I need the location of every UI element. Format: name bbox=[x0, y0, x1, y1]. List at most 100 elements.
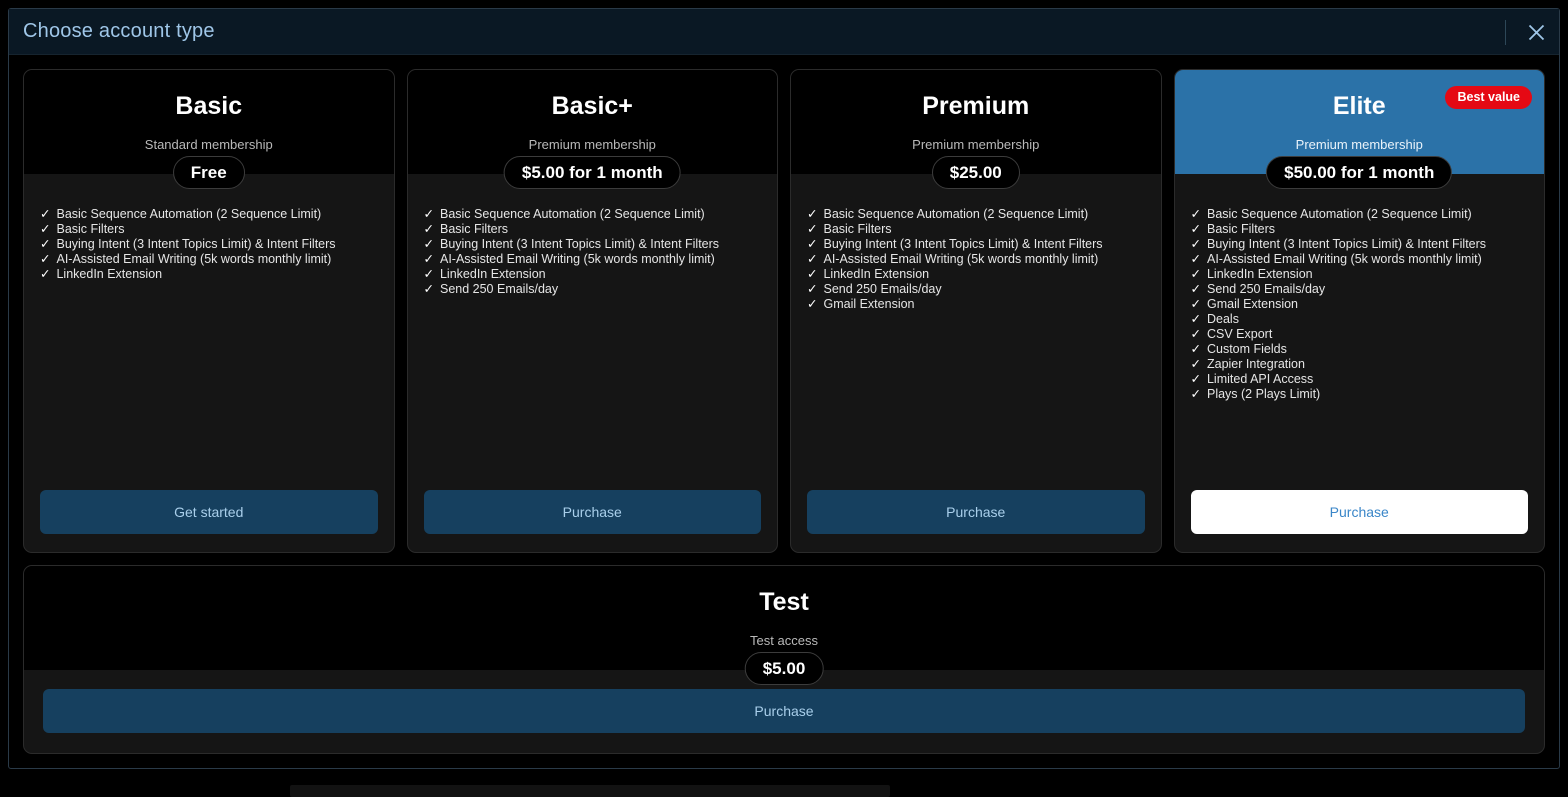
plan-card-premium: Premium Premium membership $25.00 ✓ Basic Se… bbox=[790, 69, 1162, 553]
plan-feature-item: ✓Basic Sequence Automation (2 Sequence L… bbox=[1191, 207, 1529, 222]
check-icon: ✓ bbox=[807, 222, 817, 237]
check-icon: ✓ bbox=[1191, 252, 1201, 267]
check-icon: ✓ bbox=[40, 237, 50, 252]
check-icon: ✓ bbox=[807, 207, 817, 222]
close-button[interactable] bbox=[1513, 9, 1559, 55]
plan-subtitle: Premium membership bbox=[408, 138, 778, 151]
plan-feature-label: Basic Filters bbox=[56, 222, 124, 237]
plan-feature-label: Buying Intent (3 Intent Topics Limit) & … bbox=[1207, 237, 1486, 252]
plan-feature-label: Gmail Extension bbox=[823, 297, 914, 312]
check-icon: ✓ bbox=[424, 222, 434, 237]
plan-feature-list: ✓ Basic Sequence Automation (2 Sequence L… bbox=[408, 174, 778, 480]
check-icon: ✓ bbox=[1191, 342, 1201, 357]
check-icon: ✓ bbox=[40, 267, 50, 282]
plan-feature-item: ✓Send 250 Emails/day bbox=[807, 282, 1145, 297]
plan-action-button[interactable]: Get started bbox=[40, 490, 378, 534]
plan-feature-item: ✓ CSV Export bbox=[1191, 327, 1529, 342]
plan-feature-item: ✓ AI-Assisted Email Writing (5k words mon… bbox=[1191, 252, 1529, 267]
close-icon bbox=[1528, 24, 1545, 41]
plan-feature-label: Limited API Access bbox=[1207, 372, 1313, 387]
test-plan-subtitle: Test access bbox=[24, 634, 1544, 647]
plan-feature-item: ✓AI-Assisted Email Writing (5k words mon… bbox=[40, 252, 378, 267]
dialog-titlebar: Choose account type bbox=[9, 9, 1559, 55]
plan-feature-item: ✓ LinkedIn Extension bbox=[40, 267, 378, 282]
check-icon: ✓ bbox=[1191, 282, 1201, 297]
plan-feature-item: ✓LinkedIn Extension bbox=[424, 267, 762, 282]
plan-feature-list: ✓ Basic Sequence Automation (2 Sequence L… bbox=[24, 174, 394, 480]
plan-feature-label: Basic Sequence Automation (2 Sequence Li… bbox=[440, 207, 705, 222]
check-icon: ✓ bbox=[424, 207, 434, 222]
check-icon: ✓ bbox=[1191, 387, 1201, 402]
plan-feature-item: ✓Buying Intent (3 Intent Topics Limit) &… bbox=[40, 237, 378, 252]
plan-feature-label: Deals bbox=[1207, 312, 1239, 327]
plan-feature-item: ✓ Gmail Extension bbox=[1191, 297, 1529, 312]
plan-feature-label: Gmail Extension bbox=[1207, 297, 1298, 312]
plan-card-elite: ElitePremium membershipBest value$50.00 … bbox=[1174, 69, 1546, 553]
plan-feature-label: Basic Sequence Automation (2 Sequence Li… bbox=[56, 207, 321, 222]
check-icon: ✓ bbox=[1191, 357, 1201, 372]
plan-feature-item: ✓ Basic Sequence Automation (2 Sequence L… bbox=[807, 207, 1145, 222]
check-icon: ✓ bbox=[424, 252, 434, 267]
plan-feature-item: ✓Deals bbox=[1191, 312, 1529, 327]
plan-feature-label: Send 250 Emails/day bbox=[1207, 282, 1325, 297]
plan-header: Basic+Premium membership$5.00 for 1 mont… bbox=[408, 70, 778, 174]
plan-header: BasicStandard membershipFree bbox=[24, 70, 394, 174]
plan-feature-label: Basic Filters bbox=[823, 222, 891, 237]
check-icon: ✓ bbox=[424, 282, 434, 297]
plan-feature-list: ✓ Basic Sequence Automation (2 Sequence L… bbox=[1175, 174, 1545, 480]
check-icon: ✓ bbox=[40, 207, 50, 222]
plan-feature-label: AI-Assisted Email Writing (5k words mont… bbox=[56, 252, 331, 267]
check-icon: ✓ bbox=[1191, 267, 1201, 282]
plan-feature-label: Plays (2 Plays Limit) bbox=[1207, 387, 1320, 402]
plan-feature-label: Send 250 Emails/day bbox=[823, 282, 941, 297]
plan-feature-label: Basic Sequence Automation (2 Sequence Li… bbox=[1207, 207, 1472, 222]
check-icon: ✓ bbox=[807, 252, 817, 267]
plan-footer: Purchase bbox=[1175, 480, 1545, 552]
choose-account-type-dialog: Choose account type BasicStandard member… bbox=[8, 8, 1560, 769]
plan-feature-label: Send 250 Emails/day bbox=[440, 282, 558, 297]
check-icon: ✓ bbox=[40, 222, 50, 237]
plan-feature-item: ✓ Basic Sequence Automation (2 Sequence L… bbox=[424, 207, 762, 222]
check-icon: ✓ bbox=[1191, 327, 1201, 342]
plan-feature-label: AI-Assisted Email Writing (5k words mont… bbox=[1207, 252, 1482, 267]
plan-price: $25.00 bbox=[932, 156, 1020, 189]
plan-card-basic-plus: Basic+ Premium membership $5.00 for 1 mont… bbox=[407, 69, 779, 553]
plan-feature-label: LinkedIn Extension bbox=[823, 267, 929, 282]
plan-feature-label: LinkedIn Extension bbox=[1207, 267, 1313, 282]
plan-price: $5.00 for 1 month bbox=[504, 156, 681, 189]
test-plan-panel: Test Test access $5.00 Purchase bbox=[23, 565, 1545, 754]
plan-name: Basic+ bbox=[408, 94, 778, 119]
plan-action-button[interactable]: Purchase bbox=[807, 490, 1145, 534]
plan-feature-list: ✓ Basic Sequence Automation (2 Sequence L… bbox=[791, 174, 1161, 480]
plan-feature-label: CSV Export bbox=[1207, 327, 1272, 342]
plan-feature-label: Basic Filters bbox=[440, 222, 508, 237]
plan-feature-item: ✓Custom Fields bbox=[1191, 342, 1529, 357]
plan-action-button[interactable]: Purchase bbox=[424, 490, 762, 534]
plan-subtitle: Standard membership bbox=[24, 138, 394, 151]
plan-feature-label: Basic Sequence Automation (2 Sequence Li… bbox=[823, 207, 1088, 222]
plan-card-row: BasicStandard membershipFree ✓ Basic Seque… bbox=[23, 69, 1545, 553]
plan-header: ElitePremium membershipBest value$50.00 … bbox=[1175, 70, 1545, 174]
plan-feature-item: ✓Basic Filters bbox=[1191, 222, 1529, 237]
test-plan-price: $5.00 bbox=[745, 652, 824, 685]
plan-feature-item: ✓ Basic Filters bbox=[40, 222, 378, 237]
plan-action-button[interactable]: Purchase bbox=[1191, 490, 1529, 534]
plan-feature-item: ✓AI-Assisted Email Writing (5k words mon… bbox=[424, 252, 762, 267]
plan-feature-item: ✓ Basic Sequence Automation (2 Sequence L… bbox=[40, 207, 378, 222]
test-plan-name: Test bbox=[24, 590, 1544, 615]
plan-feature-label: LinkedIn Extension bbox=[440, 267, 546, 282]
plan-feature-item: ✓Gmail Extension bbox=[807, 297, 1145, 312]
check-icon: ✓ bbox=[1191, 297, 1201, 312]
plan-feature-label: Buying Intent (3 Intent Topics Limit) & … bbox=[823, 237, 1102, 252]
plan-subtitle: Premium membership bbox=[791, 138, 1161, 151]
plan-feature-label: LinkedIn Extension bbox=[56, 267, 162, 282]
plan-footer: Purchase bbox=[791, 480, 1161, 552]
plan-footer: Purchase bbox=[408, 480, 778, 552]
plan-feature-item: ✓LinkedIn Extension bbox=[807, 267, 1145, 282]
plan-feature-item: ✓Buying Intent (3 Intent Topics Limit) &… bbox=[1191, 237, 1529, 252]
plan-feature-item: ✓Zapier Integration bbox=[1191, 357, 1529, 372]
plan-feature-item: ✓ Send 250 Emails/day bbox=[1191, 282, 1529, 297]
test-plan-purchase-button[interactable]: Purchase bbox=[43, 689, 1525, 733]
titlebar-divider bbox=[1505, 20, 1506, 45]
plan-name: Premium bbox=[791, 94, 1161, 119]
